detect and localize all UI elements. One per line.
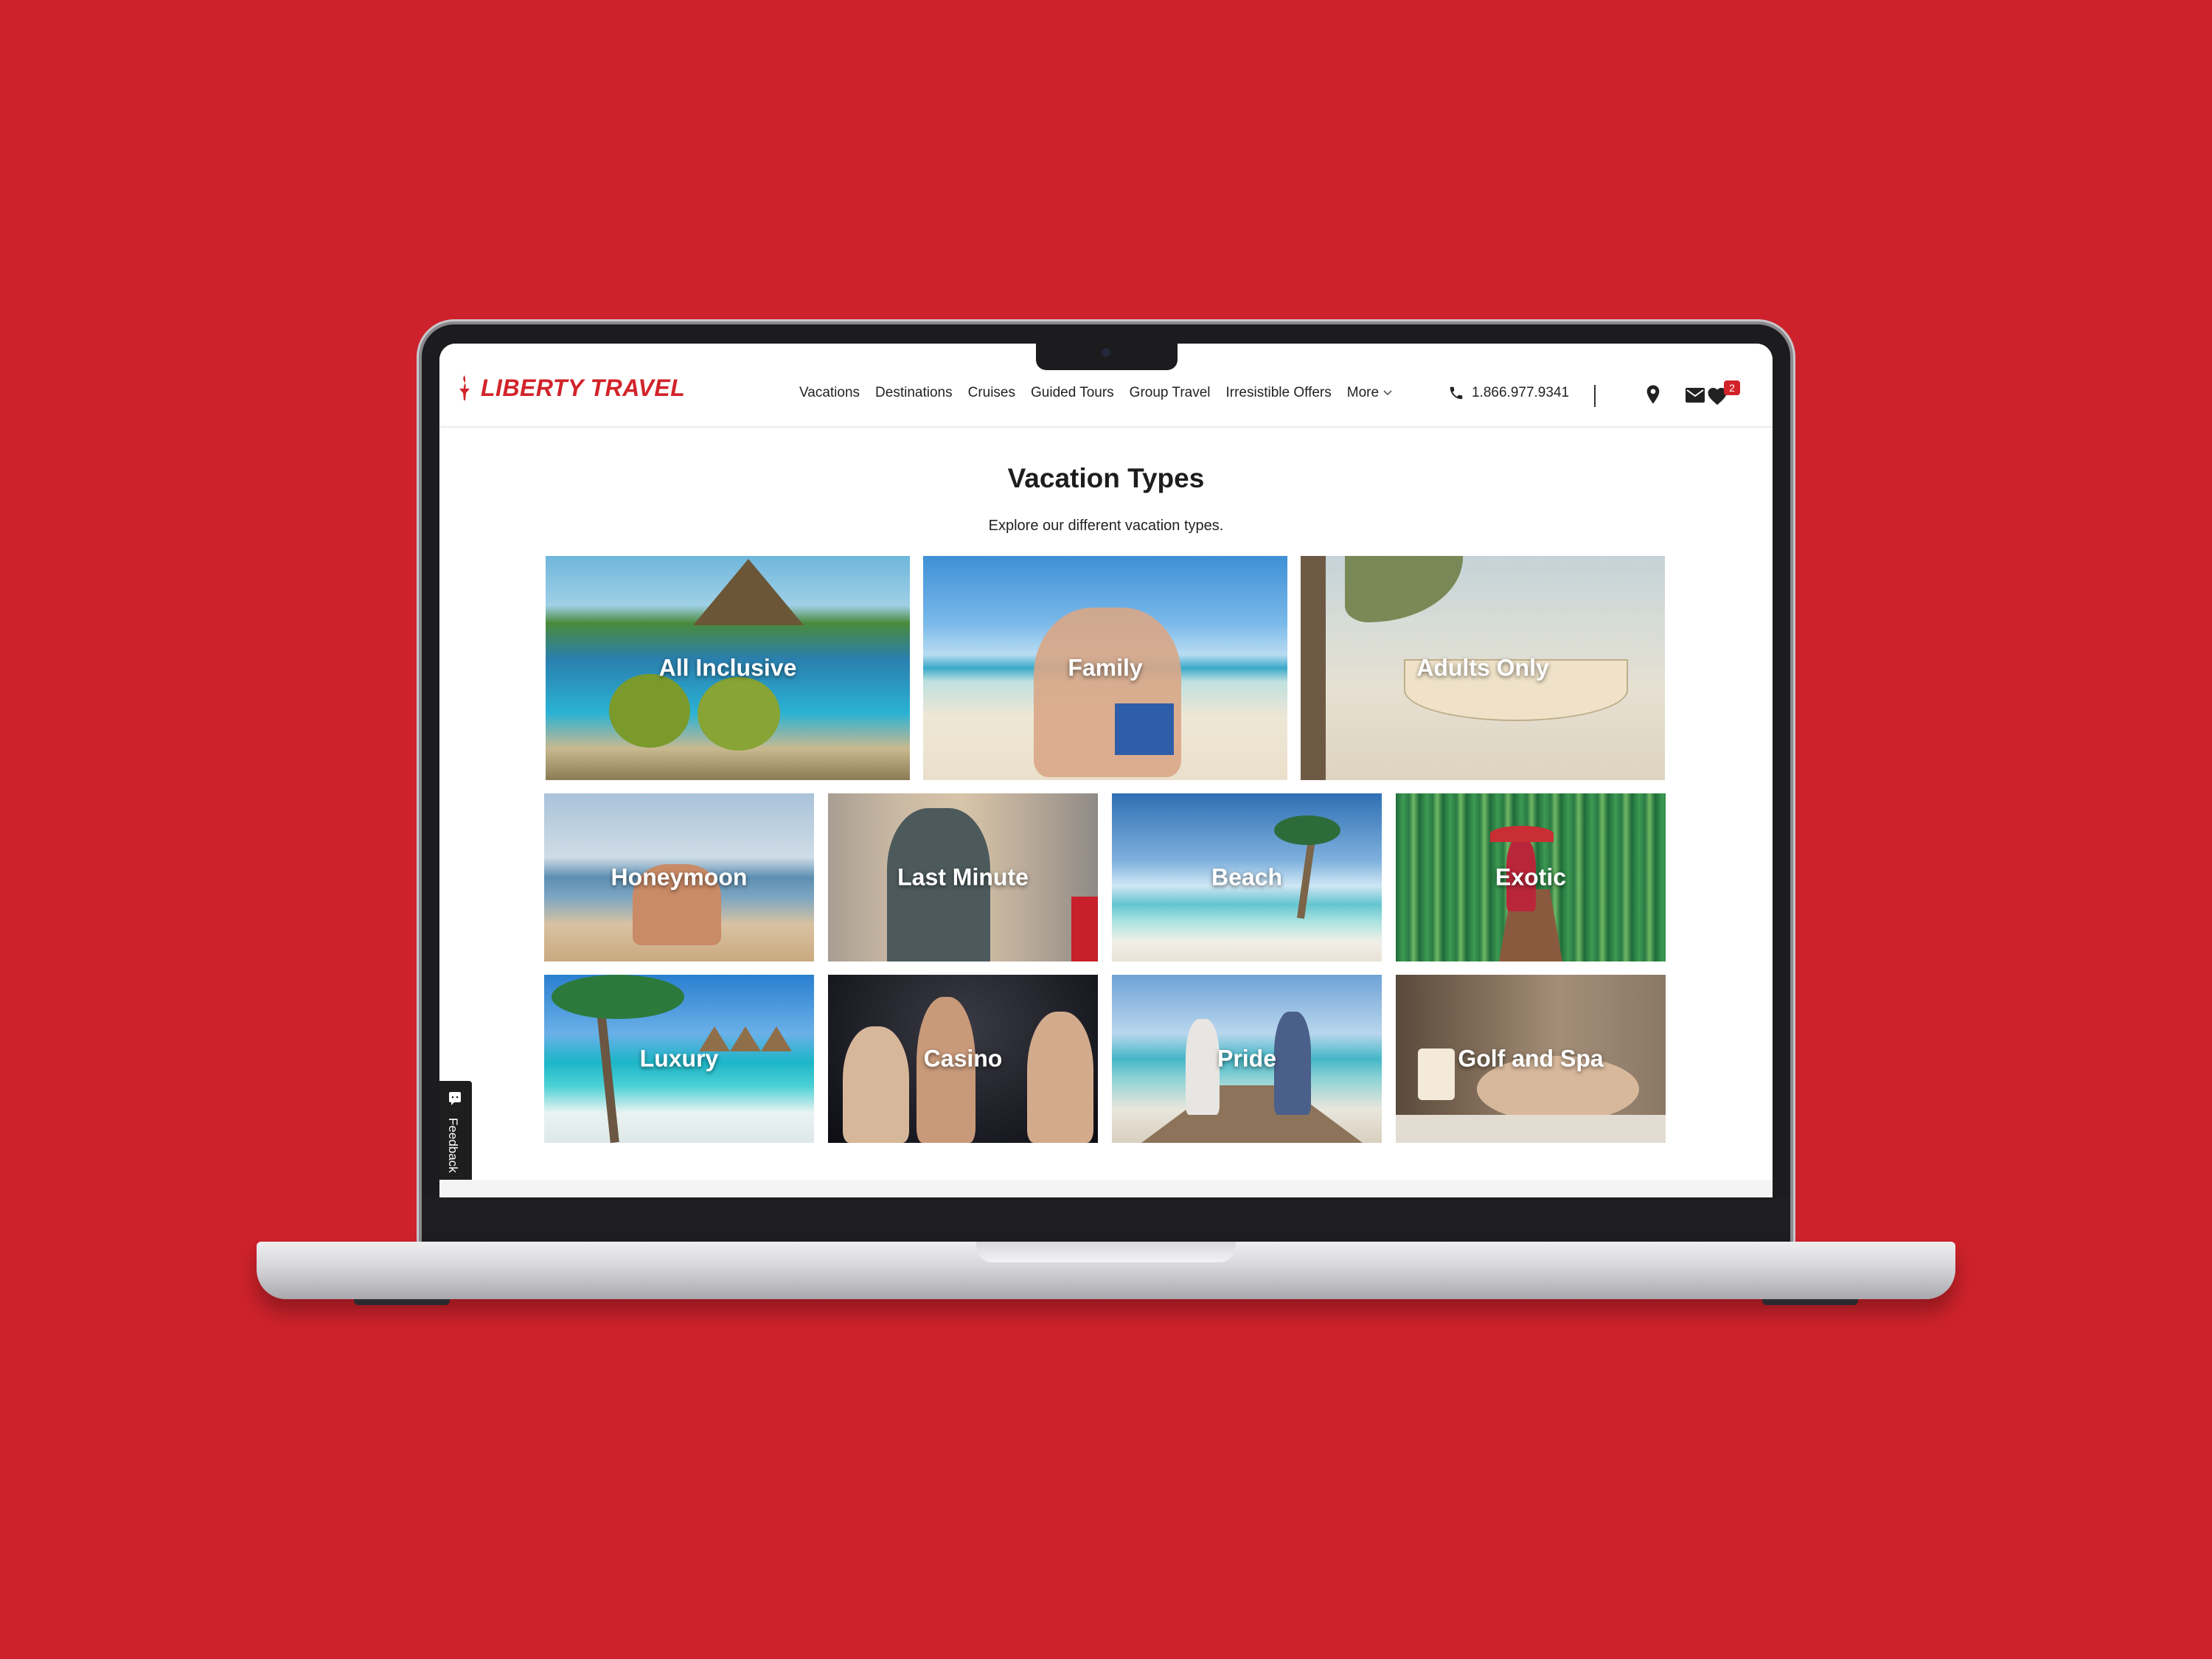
- menu-item-more[interactable]: More: [1347, 385, 1392, 401]
- menu-item-guided-tours[interactable]: Guided Tours: [1031, 385, 1114, 401]
- photo-coconut-left: [609, 674, 690, 748]
- menu-item-irresistible-offers[interactable]: Irresistible Offers: [1226, 385, 1332, 401]
- photo-person-right: [1027, 1012, 1093, 1143]
- menu-item-destinations[interactable]: Destinations: [875, 385, 953, 401]
- tile-label: Pride: [1217, 1045, 1277, 1072]
- photo-towels: [1396, 1115, 1666, 1143]
- tile-honeymoon[interactable]: Honeymoon: [544, 793, 814, 961]
- tile-adults-only[interactable]: Adults Only: [1301, 556, 1665, 780]
- photo-umbrella: [1490, 826, 1554, 842]
- tile-all-inclusive[interactable]: All Inclusive: [546, 556, 910, 780]
- tile-label: Adults Only: [1416, 654, 1549, 681]
- phone-icon: [1450, 386, 1463, 400]
- tile-label: Casino: [923, 1045, 1003, 1072]
- location-pin-icon[interactable]: [1646, 385, 1660, 404]
- tile-beach[interactable]: Beach: [1112, 793, 1382, 961]
- brand-name: LIBERTY TRAVEL: [481, 374, 686, 401]
- tile-label: All Inclusive: [658, 654, 797, 681]
- chevron-down-icon: [1383, 390, 1392, 396]
- tile-family[interactable]: Family: [923, 556, 1287, 780]
- more-label: More: [1346, 385, 1380, 400]
- feedback-tab[interactable]: Feedback: [439, 1081, 472, 1183]
- camera-icon: [1102, 348, 1110, 357]
- phone-link[interactable]: 1.866.977.9341: [1448, 385, 1569, 401]
- brand-logo[interactable]: LIBERTY TRAVEL: [457, 373, 685, 403]
- main-menu: Vacations Destinations Cruises Guided To…: [799, 385, 1392, 401]
- menu-item-group-travel[interactable]: Group Travel: [1130, 385, 1211, 401]
- tile-luxury[interactable]: Luxury: [544, 975, 814, 1143]
- tile-label: Golf and Spa: [1458, 1045, 1604, 1072]
- tile-label: Exotic: [1495, 863, 1567, 891]
- tile-exotic[interactable]: Exotic: [1396, 793, 1666, 961]
- photo-palm-crown: [1274, 815, 1340, 845]
- feedback-label: Feedback: [446, 1118, 460, 1173]
- photo-shorts: [1115, 703, 1174, 755]
- page-subtitle: Explore our different vacation types.: [988, 518, 1224, 534]
- photo-person-left: [843, 1026, 909, 1143]
- laptop-opening-notch: [976, 1242, 1236, 1262]
- laptop-foot-left: [354, 1299, 450, 1305]
- tile-label: Luxury: [639, 1045, 719, 1072]
- tile-label: Last Minute: [897, 863, 1029, 891]
- torch-icon: [459, 375, 470, 400]
- tile-golf-and-spa[interactable]: Golf and Spa: [1396, 975, 1666, 1143]
- wishlist-count-badge: 2: [1724, 380, 1740, 395]
- page-title: Vacation Types: [1007, 463, 1205, 493]
- nav-divider: [1594, 385, 1596, 407]
- photo-red-suitcase: [1071, 897, 1098, 961]
- menu-item-cruises[interactable]: Cruises: [968, 385, 1015, 401]
- laptop-screen: LIBERTY TRAVEL Vacations Destinations Cr…: [439, 344, 1773, 1197]
- photo-palm-crown: [552, 975, 684, 1019]
- tile-pride[interactable]: Pride: [1112, 975, 1382, 1143]
- menu-item-vacations[interactable]: Vacations: [799, 385, 860, 401]
- phone-number: 1.866.977.9341: [1472, 385, 1570, 400]
- laptop-foot-right: [1762, 1299, 1858, 1305]
- page-bottom-strip: [439, 1180, 1773, 1197]
- tile-label: Beach: [1211, 863, 1283, 891]
- mail-icon[interactable]: [1686, 388, 1705, 403]
- laptop-chin: [422, 1197, 1790, 1245]
- tile-label: Family: [1068, 654, 1143, 681]
- tile-label: Honeymoon: [611, 863, 748, 891]
- tile-casino[interactable]: Casino: [828, 975, 1098, 1143]
- photo-coconut-right: [698, 677, 780, 751]
- chat-bubble-icon: [449, 1092, 461, 1105]
- tile-last-minute[interactable]: Last Minute: [828, 793, 1098, 961]
